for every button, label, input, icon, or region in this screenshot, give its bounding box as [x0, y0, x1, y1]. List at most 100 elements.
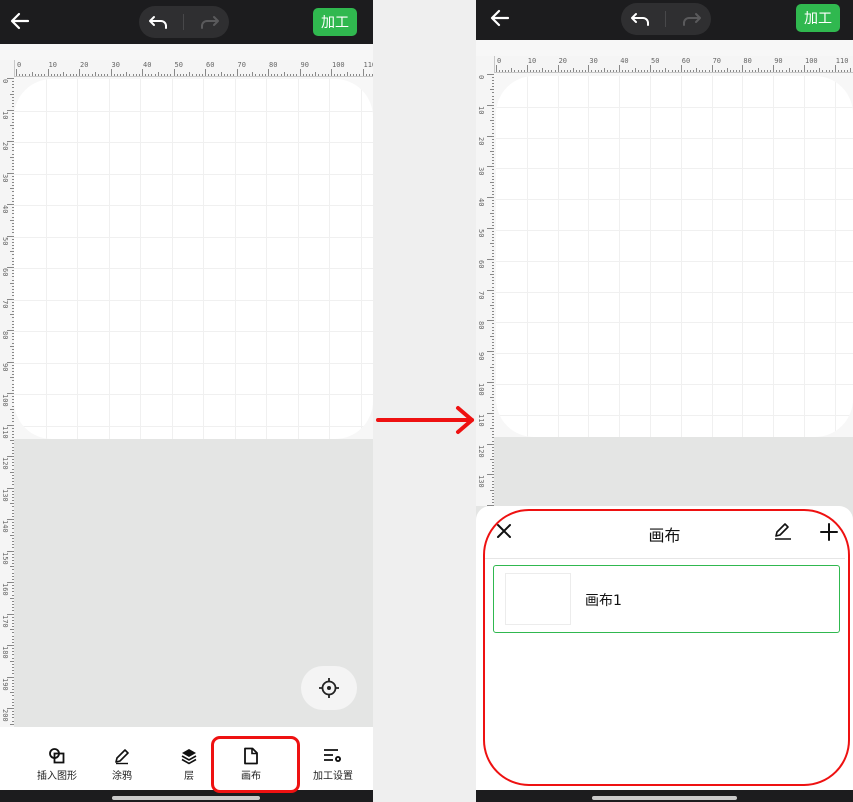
ruler-tick	[208, 74, 210, 76]
ruler-tick	[487, 228, 494, 229]
ruler-tick	[148, 74, 150, 76]
ruler-tick	[34, 74, 36, 76]
ruler-tick	[331, 69, 332, 76]
ruler-label: 130	[477, 475, 485, 489]
grid-line	[496, 137, 853, 139]
process-button[interactable]: 加工	[313, 8, 357, 36]
ruler-tick	[104, 74, 106, 76]
ruler-tick	[822, 70, 824, 72]
tool-doodle[interactable]: 涂鸦	[112, 747, 132, 782]
ruler-tick	[129, 74, 131, 76]
ruler-tick	[668, 70, 670, 72]
ruler-label: 90	[1, 362, 9, 371]
ruler-tick	[563, 70, 565, 72]
ruler-tick	[637, 70, 639, 72]
ruler-tick	[359, 74, 361, 76]
ruler-tick	[745, 70, 747, 72]
ruler-label: 100	[1, 394, 9, 407]
process-button[interactable]: 加工	[796, 4, 840, 32]
ruler-label: 110	[477, 413, 485, 427]
pen-icon	[115, 749, 129, 765]
ruler-tick	[164, 74, 166, 76]
ruler-tick	[138, 74, 140, 76]
ruler-label: 30	[477, 167, 485, 176]
ruler-tick	[585, 70, 587, 72]
ruler-tick	[487, 412, 494, 414]
ruler-tick	[201, 74, 203, 76]
tool-process-settings[interactable]: 加工设置	[313, 747, 353, 782]
ruler-label: 40	[620, 57, 629, 65]
ruler-tick	[69, 74, 71, 76]
ruler-tick	[321, 74, 323, 76]
back-button[interactable]	[6, 6, 36, 36]
ruler-tick	[217, 74, 219, 76]
ruler-label: 40	[143, 61, 152, 69]
ruler-tick	[255, 74, 257, 76]
ruler-tick	[119, 74, 121, 76]
left-screen: 加工 0 10 20 30 40 50 60 70 80 90 100 110 0 10 20 30 40 50…	[0, 0, 373, 802]
ruler-tick	[733, 70, 735, 72]
ruler-tick	[776, 70, 778, 72]
ruler-label: 10	[477, 105, 485, 115]
ruler-tick	[566, 70, 568, 72]
ruler-tick	[554, 70, 556, 72]
ruler-tick	[82, 74, 84, 76]
crosshair-icon	[319, 678, 339, 698]
undo-button[interactable]	[144, 10, 174, 34]
ruler-tick	[791, 70, 793, 72]
ruler-tick	[56, 74, 58, 76]
grid-line	[360, 79, 362, 439]
redo-button[interactable]	[676, 7, 706, 31]
ruler-tick	[526, 65, 528, 72]
grid-line	[557, 76, 559, 437]
top-bar: 加工	[476, 0, 853, 40]
grid-line	[496, 414, 853, 416]
ruler-label: 80	[269, 61, 278, 69]
ruler-label: 20	[558, 57, 568, 65]
grid-line	[496, 260, 853, 262]
ruler-tick	[25, 74, 27, 76]
ruler-label: 30	[589, 57, 598, 65]
highlight-canvas-tool	[211, 736, 300, 793]
ruler-tick	[487, 104, 494, 106]
ruler-tick	[41, 74, 43, 76]
ruler-tick	[690, 70, 692, 72]
tool-layers[interactable]: 层	[180, 747, 198, 782]
ruler-tick	[551, 70, 553, 72]
ruler-tick	[230, 74, 232, 76]
ruler-tick	[167, 74, 169, 76]
grid-line	[14, 236, 373, 238]
ruler-tick	[157, 72, 159, 76]
ruler-tick	[767, 70, 769, 72]
ruler-tick	[677, 70, 679, 72]
ruler-tick	[487, 474, 494, 476]
tool-insert-shape[interactable]: 插入图形	[37, 747, 77, 782]
undo-icon	[630, 13, 649, 26]
redo-button[interactable]	[194, 10, 224, 34]
ruler-tick	[50, 74, 52, 76]
ruler-tick	[195, 74, 197, 76]
locate-button[interactable]	[301, 666, 357, 710]
vertical-ruler: 0 10 20 30 40 50 60 70 80 90 100 110 120 130 140 150 160…	[0, 60, 15, 727]
ruler-tick	[365, 74, 367, 76]
back-button[interactable]	[486, 3, 516, 33]
insert-shape-icon	[49, 748, 65, 764]
undo-button[interactable]	[626, 7, 656, 31]
grid-line	[496, 353, 853, 355]
ruler-tick	[807, 70, 809, 72]
drawing-canvas[interactable]	[496, 76, 853, 437]
ruler-tick	[305, 74, 307, 76]
undo-redo-group	[621, 3, 711, 35]
ruler-tick	[674, 70, 676, 72]
ruler-label: 20	[80, 61, 89, 69]
ruler-tick	[748, 70, 750, 72]
ruler-tick	[286, 74, 288, 76]
ruler-tick	[702, 70, 704, 72]
ruler-tick	[487, 258, 494, 260]
ruler-tick	[44, 74, 46, 76]
ruler-label: 0	[477, 75, 485, 80]
grid-line	[834, 76, 836, 437]
drawing-canvas[interactable]	[14, 79, 373, 439]
ruler-label: 10	[1, 110, 9, 119]
ruler-label: 70	[1, 299, 9, 308]
